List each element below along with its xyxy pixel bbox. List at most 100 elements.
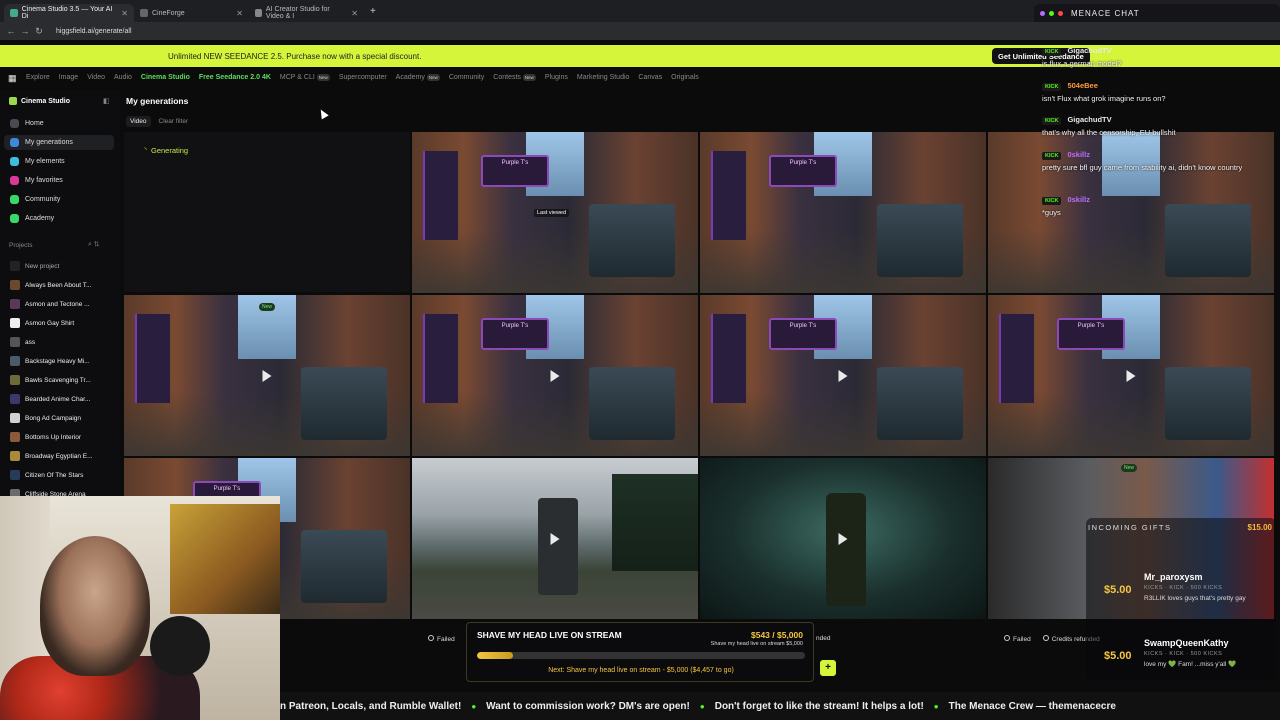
nav-originals[interactable]: Originals — [671, 74, 699, 81]
play-icon[interactable] — [262, 369, 272, 382]
nav-free-seedance[interactable]: Free Seedance 2.0 4K — [199, 74, 271, 81]
play-icon[interactable] — [550, 369, 560, 382]
failed-icon — [1004, 635, 1010, 641]
new-project-button[interactable]: New project — [4, 259, 116, 273]
video-tile[interactable]: Purple T's — [700, 132, 986, 293]
sidebar-item-my-elements[interactable]: My elements — [4, 154, 114, 169]
project-item[interactable]: Asmon Gay Shirt — [4, 316, 116, 330]
project-item[interactable]: Bong Ad Campaign — [4, 411, 116, 425]
close-tab-icon[interactable]: ✕ — [236, 9, 243, 18]
project-thumbnail — [10, 337, 20, 347]
play-icon[interactable] — [838, 532, 848, 545]
new-tab-button[interactable]: + — [370, 6, 376, 17]
nav-image[interactable]: Image — [59, 74, 78, 81]
nav-academy[interactable]: Academy New — [396, 73, 440, 81]
project-label: Bottoms Up Interior — [25, 433, 81, 441]
video-tile[interactable]: Purple T's — [412, 295, 698, 456]
mech-figure — [537, 498, 578, 595]
clear-filter-button[interactable]: Clear filter — [159, 118, 189, 125]
tab-favicon-icon — [10, 9, 18, 17]
play-icon[interactable] — [838, 369, 848, 382]
project-thumbnail — [10, 394, 20, 404]
chat-username: 504eBee — [1067, 81, 1098, 90]
video-tile[interactable] — [412, 458, 698, 619]
sidebar-item-home[interactable]: Home — [4, 116, 114, 131]
tab-ai-creator-studio[interactable]: AI Creator Studio for Video & I ✕ — [249, 4, 364, 22]
nav-mcp-cli[interactable]: MCP & CLI New — [280, 73, 330, 81]
project-label: ass — [25, 338, 36, 346]
project-item[interactable]: Bottoms Up Interior — [4, 430, 116, 444]
filter-chip-video[interactable]: Video — [126, 116, 151, 127]
sidebar-item-my-favorites[interactable]: My favorites — [4, 173, 114, 188]
incoming-gifts-panel: INCOMING GIFTS $15.00 $5.00 Mr_paroxysm … — [1086, 518, 1276, 680]
tile-bins — [589, 367, 676, 440]
project-item[interactable]: Always Been About T... — [4, 278, 116, 292]
tab-favicon-icon — [255, 9, 262, 17]
nav-cinema-studio[interactable]: Cinema Studio — [141, 74, 190, 81]
tile-door — [423, 314, 458, 403]
gift-amount: $5.00 — [1104, 650, 1132, 662]
nav-plugins[interactable]: Plugins — [545, 74, 568, 81]
failed-icon — [428, 635, 434, 641]
project-item[interactable]: Broadway Egyptian E... — [4, 449, 116, 463]
tile-bins — [301, 530, 388, 603]
nav-label: Supercomputer — [338, 73, 387, 81]
nav-explore[interactable]: Explore — [26, 74, 50, 81]
chat-dot-icon — [1040, 10, 1045, 16]
nav-label: Marketing Studio — [576, 73, 630, 81]
tab-cinema-studio[interactable]: Cinema Studio 3.5 — Your AI Di ✕ — [4, 4, 134, 22]
nav-video[interactable]: Video — [87, 74, 105, 81]
project-item[interactable]: Asmon and Tectone ... — [4, 297, 116, 311]
chat-message: KICK 504eBee isn't Flux what grok imagine… — [1042, 81, 1278, 104]
projects-search-icon[interactable]: ⌕ ⇅ — [88, 241, 99, 249]
sidebar-item-my-generations[interactable]: My generations — [4, 135, 114, 150]
tab-cineforge[interactable]: CineForge ✕ — [134, 4, 249, 22]
close-tab-icon[interactable]: ✕ — [121, 9, 128, 18]
video-tile[interactable]: Purple T's — [700, 295, 986, 456]
nav-contests[interactable]: Contests New — [493, 73, 536, 81]
chat-text: isn't Flux what grok imagine runs on? — [1042, 94, 1166, 103]
failed-label: Failed — [1004, 635, 1031, 643]
project-item[interactable]: Citizen Of The Stars — [4, 468, 116, 482]
sidebar-item-academy[interactable]: Academy — [4, 211, 114, 226]
play-icon[interactable] — [550, 532, 560, 545]
video-tile[interactable]: New — [124, 295, 410, 456]
nav-audio[interactable]: Audio — [114, 74, 132, 81]
kick-badge: KICK — [1042, 83, 1062, 91]
nav-canvas[interactable]: Canvas — [638, 74, 662, 81]
ticker-bullet-icon: ● — [933, 701, 939, 711]
cinema-studio-icon — [9, 97, 17, 105]
kick-badge: KICK — [1042, 152, 1062, 160]
add-button[interactable]: + — [820, 660, 836, 676]
forward-icon[interactable]: → — [18, 26, 32, 36]
video-tile[interactable]: Purple T's — [988, 295, 1274, 456]
project-item[interactable]: Backstage Heavy Mi... — [4, 354, 116, 368]
nav-marketing-studio[interactable]: Marketing Studio — [577, 74, 630, 81]
nav-label: Plugins — [544, 73, 568, 81]
back-icon[interactable]: ← — [4, 26, 18, 36]
refunded-status: nded — [816, 635, 830, 642]
project-item[interactable]: Bawls Scavenging Tr... — [4, 373, 116, 387]
nav-supercomputer[interactable]: Supercomputer — [339, 74, 387, 81]
ticker-item: n Patreon, Locals, and Rumble Wallet! — [280, 700, 462, 712]
collapse-sidebar-icon[interactable]: ◧ — [103, 97, 110, 105]
nav-community[interactable]: Community — [449, 74, 484, 81]
app-logo-icon[interactable]: ▦ — [8, 73, 17, 83]
gift-user: Mr_paroxysm — [1144, 572, 1203, 582]
project-item[interactable]: ass — [4, 335, 116, 349]
new-badge: New — [426, 73, 440, 81]
project-thumbnail — [10, 413, 20, 423]
close-tab-icon[interactable]: ✕ — [351, 9, 358, 18]
sidebar-item-community[interactable]: Community — [4, 192, 114, 207]
play-icon[interactable] — [1126, 369, 1136, 382]
project-label: Bearded Anime Char... — [25, 395, 91, 403]
reload-icon[interactable]: ↻ — [32, 26, 46, 37]
project-item[interactable]: Bearded Anime Char... — [4, 392, 116, 406]
url-field[interactable]: higgsfield.ai/generate/all — [56, 28, 132, 35]
new-badge: New — [1121, 464, 1138, 472]
video-tile[interactable] — [700, 458, 986, 619]
goal-title: SHAVE MY HEAD LIVE ON STREAM — [477, 630, 622, 640]
kick-badge: KICK — [1042, 117, 1062, 125]
tile-bins — [1165, 367, 1252, 440]
tile-door — [711, 151, 746, 240]
